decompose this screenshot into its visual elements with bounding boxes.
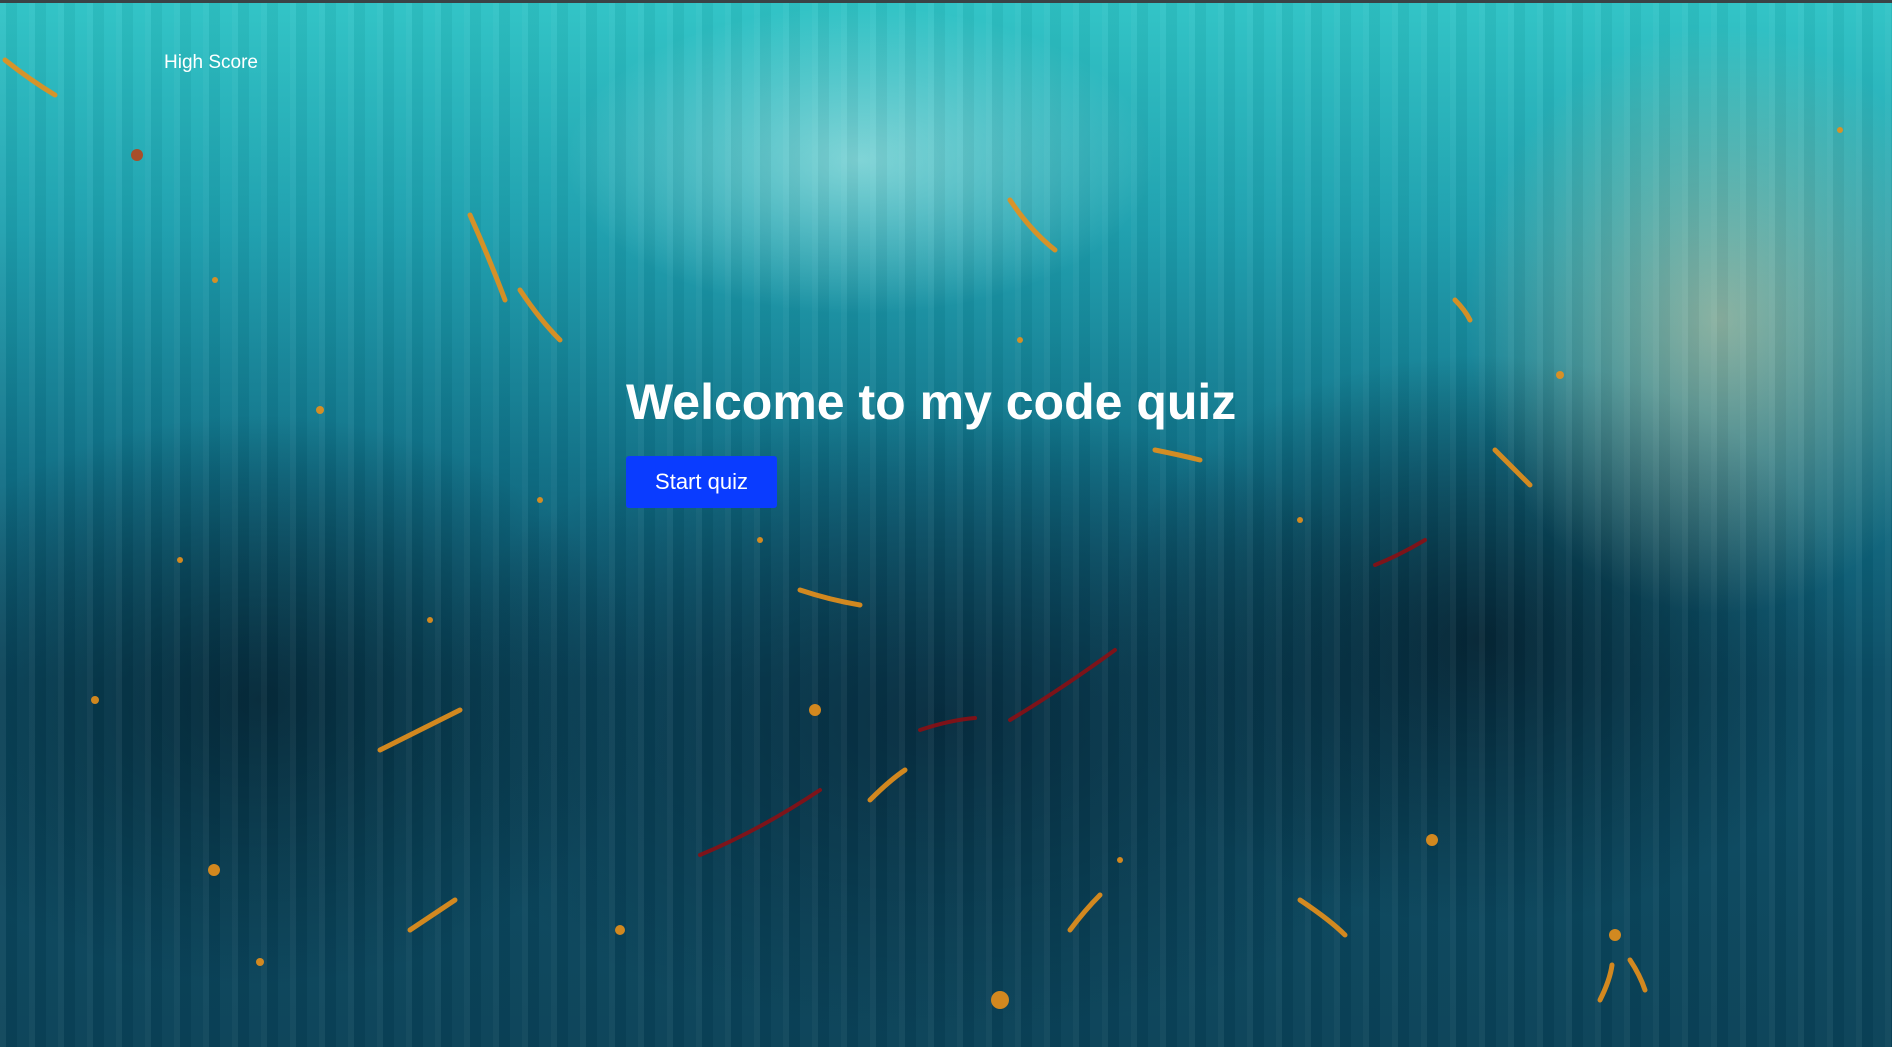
start-quiz-button[interactable]: Start quiz	[626, 456, 777, 508]
welcome-section: Welcome to my code quiz Start quiz	[626, 368, 1236, 508]
paint-splatter-decoration	[2, 57, 1843, 1009]
browser-top-edge	[0, 0, 1892, 3]
high-score-link[interactable]: High Score	[164, 52, 258, 74]
background-image	[0, 0, 1892, 1047]
page-title: Welcome to my code quiz	[626, 374, 1237, 430]
